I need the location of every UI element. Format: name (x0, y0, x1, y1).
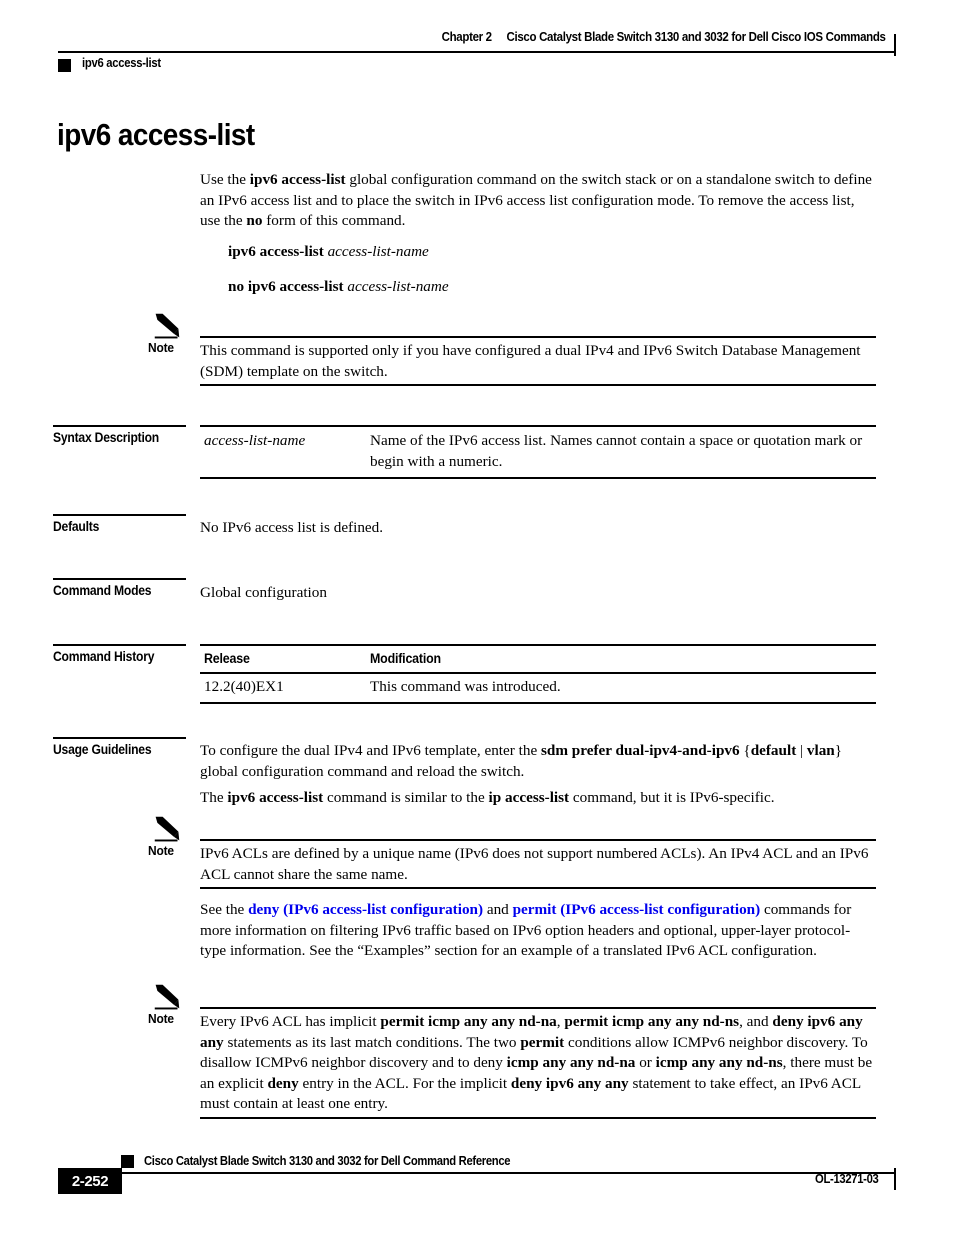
usage-guidelines-paragraph-1: To configure the dual IPv4 and IPv6 temp… (200, 741, 876, 782)
command-history-column-modification: Modification (370, 651, 441, 666)
section-rule-defaults (53, 514, 186, 516)
note-rule-bottom-2 (200, 887, 876, 889)
usage2-command-ipv6: ipv6 access-list (227, 789, 324, 806)
section-rule-syntax-description (53, 425, 186, 427)
note-rule-bottom-1 (200, 384, 876, 386)
command-history-column-release: Release (204, 651, 250, 666)
command-history-release-value: 12.2(40)EX1 (204, 678, 284, 695)
footer-book-title: Cisco Catalyst Blade Switch 3130 and 303… (144, 1154, 511, 1168)
note-body-2: IPv6 ACLs are defined by a unique name (… (200, 845, 869, 883)
usage-command-sdm: sdm prefer dual-ipv4-and-ipv6 (540, 742, 740, 759)
link-permit-ipv6-access-list-configuration[interactable]: permit (IPv6 access-list configuration) (513, 901, 761, 918)
usage2-command-ip: ip access-list (488, 789, 570, 806)
pencil-note-icon (154, 816, 180, 842)
see-also-text-1: See the (200, 901, 249, 918)
note-body-3: Every IPv6 ACL has implicit permit icmp … (200, 1012, 876, 1115)
syntax-table-rule-top (200, 425, 876, 427)
section-rule-command-history (53, 644, 186, 646)
page-title: ipv6 access-list (57, 117, 255, 152)
usage2-text-1: The (200, 789, 228, 806)
usage-text-1: To configure the dual IPv4 and IPv6 temp… (200, 742, 541, 759)
see-also-paragraph: See the deny (IPv6 access-list configura… (200, 900, 876, 962)
syntax-table-rule-bottom (200, 477, 876, 479)
running-head-book-title: Cisco Catalyst Blade Switch 3130 and 303… (506, 30, 886, 44)
syntax-command-no: no ipv6 access-list (228, 278, 344, 295)
command-history-modification-value: This command was introduced. (370, 678, 561, 695)
section-label-command-modes: Command Modes (53, 583, 152, 598)
footer-rule (58, 1172, 896, 1174)
command-modes-text: Global configuration (200, 584, 327, 601)
syntax-line-affirmative: ipv6 access-list access-list-name (228, 242, 429, 263)
note-rule-bottom-3 (200, 1117, 876, 1119)
link-deny-ipv6-access-list-configuration[interactable]: deny (IPv6 access-list configuration) (248, 901, 483, 918)
note-label-1: Note (148, 340, 174, 355)
page-number-badge: 2-252 (58, 1168, 122, 1194)
command-history-rule-mid (200, 672, 876, 674)
note3-stmt-permit-nd-na: permit icmp any any nd-na (380, 1013, 557, 1030)
document-page: Chapter 2 Cisco Catalyst Blade Switch 313… (0, 0, 954, 1235)
note3-stmt-permit-nd-ns: permit icmp any any nd-ns (564, 1013, 740, 1030)
note3-text-1: Every IPv6 ACL has implicit (200, 1013, 381, 1030)
note-rule-top-2 (200, 839, 876, 841)
intro-text-1: Use the (200, 171, 250, 188)
command-history-rule-top (200, 644, 876, 646)
syntax-table-description: Name of the IPv6 access list. Names cann… (370, 432, 863, 470)
note3-text-3: , and (739, 1013, 773, 1030)
note3-stmt-deny-ipv6-any-any: deny ipv6 any any (510, 1074, 629, 1092)
note3-stmt-icmp-nd-ns: icmp any any nd-ns (655, 1054, 783, 1071)
usage-guidelines-paragraph-2: The ipv6 access-list command is similar … (200, 788, 876, 809)
running-head-topic: ipv6 access-list (82, 56, 161, 70)
section-label-usage-guidelines: Usage Guidelines (53, 742, 152, 757)
running-head-chapter-line: Chapter 2 Cisco Catalyst Blade Switch 313… (442, 30, 886, 44)
note3-text-4: statements as its last match conditions.… (223, 1033, 521, 1051)
command-history-rule-bottom (200, 702, 876, 704)
see-also-text-2: and (483, 901, 513, 918)
section-label-defaults: Defaults (53, 519, 100, 534)
section-rule-command-modes (53, 578, 186, 580)
note-rule-top-3 (200, 1007, 876, 1009)
footer-end-tick (893, 1168, 896, 1190)
intro-keyword-no: no (246, 212, 263, 229)
defaults-text: No IPv6 access list is defined. (200, 519, 384, 536)
note3-text-8: entry in the ACL. For the implicit (298, 1074, 511, 1092)
usage-keyword-vlan: vlan (806, 742, 835, 759)
note-body-1: This command is supported only if you ha… (200, 342, 861, 380)
intro-command-1: ipv6 access-list (249, 171, 346, 188)
note-label-3: Note (148, 1011, 174, 1026)
section-rule-usage-guidelines (53, 737, 186, 739)
note3-stmt-icmp-nd-na: icmp any any nd-na (506, 1054, 636, 1071)
pencil-note-icon (154, 984, 180, 1010)
bullet-square-icon (58, 59, 71, 72)
running-head-rule (58, 51, 896, 53)
running-head-end-tick (893, 34, 896, 56)
footer-document-id: OL-13271-03 (814, 1172, 879, 1186)
section-label-syntax-description: Syntax Description (53, 430, 160, 445)
note-rule-top-1 (200, 336, 876, 338)
running-head-chapter-number: Chapter 2 (441, 30, 493, 44)
usage-text-3: | (796, 742, 807, 759)
usage-keyword-default: default (750, 742, 797, 759)
note3-text-6: or (635, 1054, 656, 1071)
syntax-command: ipv6 access-list (228, 243, 324, 260)
note3-keyword-permit: permit (520, 1033, 565, 1051)
syntax-argument-no: access-list-name (347, 278, 449, 295)
usage-text-2: { (739, 742, 751, 759)
footer-bullet-square-icon (121, 1155, 134, 1168)
intro-text-3: form of this command. (262, 212, 406, 229)
usage2-text-3: command, but it is IPv6-specific. (569, 789, 775, 806)
running-head: Chapter 2 Cisco Catalyst Blade Switch 313… (58, 30, 896, 78)
syntax-line-negative: no ipv6 access-list access-list-name (228, 277, 449, 298)
note-label-2: Note (148, 843, 174, 858)
intro-paragraph: Use the ipv6 access-list global configur… (200, 170, 876, 232)
syntax-argument: access-list-name (327, 243, 429, 260)
pencil-note-icon (154, 313, 180, 339)
usage2-text-2: command is similar to the (323, 789, 489, 806)
syntax-table-term: access-list-name (204, 432, 306, 449)
section-label-command-history: Command History (53, 649, 155, 664)
note3-keyword-deny: deny (267, 1074, 299, 1092)
page-footer: Cisco Catalyst Blade Switch 3130 and 303… (58, 1154, 896, 1215)
